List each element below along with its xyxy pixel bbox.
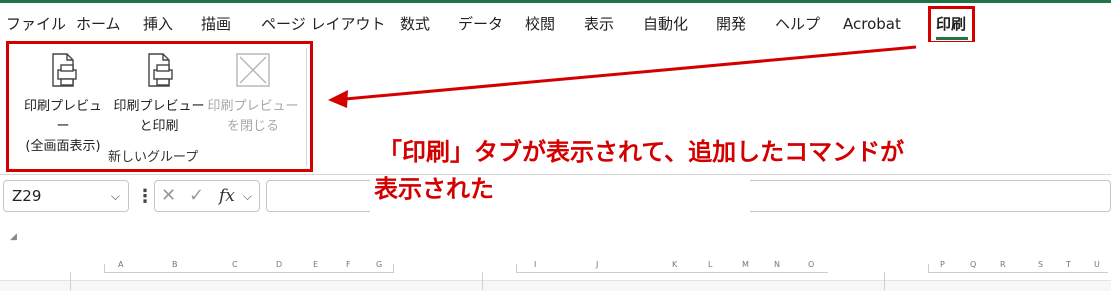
tab-acrobat[interactable]: Acrobat [843, 8, 901, 40]
tab-view[interactable]: 表示 [584, 8, 614, 40]
page-divider [70, 272, 71, 290]
name-box[interactable]: Z29 ⌵ [3, 180, 129, 212]
sheet-area[interactable] [0, 280, 1111, 291]
chevron-down-icon[interactable]: ⌵ [111, 181, 120, 211]
tab-automate[interactable]: 自動化 [643, 8, 688, 40]
annotation-text-line1: 「印刷」タブが表示されて、追加したコマンドが [378, 138, 905, 166]
page-divider [884, 272, 885, 290]
cancel-icon[interactable]: ✕ [161, 181, 176, 211]
column-ruler-page-1: A B C D E F G [104, 258, 394, 273]
tab-formulas[interactable]: 数式 [400, 8, 430, 40]
column-header-a: A [118, 260, 124, 269]
tab-draw[interactable]: 描画 [201, 8, 231, 40]
tab-insert[interactable]: 挿入 [143, 8, 173, 40]
tab-data[interactable]: データ [458, 8, 503, 40]
column-header-n: N [774, 260, 780, 269]
chevron-down-icon[interactable]: ⌵ [243, 181, 252, 211]
highlight-box-print-tab [928, 6, 975, 44]
annotation-text-line2-front: 表示された [374, 175, 494, 203]
insert-function-icon[interactable]: fx [219, 181, 235, 211]
column-header-k: K [672, 260, 678, 269]
column-ruler-page-2: I J K L M N O [516, 258, 828, 273]
more-options-icon[interactable]: ⋮ [136, 186, 154, 207]
column-header-q: Q [970, 260, 977, 269]
column-header-t: T [1066, 260, 1071, 269]
column-header-c: C [232, 260, 238, 269]
column-header-i: I [534, 260, 537, 269]
tab-home[interactable]: ホーム [76, 8, 121, 40]
formula-buttons: ✕ ✓ fx ⌵ [154, 180, 260, 212]
tab-page-layout[interactable]: ページ レイアウト [261, 8, 385, 40]
tab-help[interactable]: ヘルプ [775, 8, 820, 40]
column-header-e: E [313, 260, 319, 269]
tab-review[interactable]: 校閲 [525, 8, 555, 40]
column-header-p: P [940, 260, 945, 269]
column-header-l: L [708, 260, 713, 269]
column-header-m: M [742, 260, 749, 269]
column-header-s: S [1038, 260, 1044, 269]
name-box-value: Z29 [12, 187, 42, 205]
sheet-corner: ◢ [10, 232, 17, 242]
column-header-r: R [1000, 260, 1006, 269]
tab-file[interactable]: ファイル [6, 8, 66, 40]
column-header-d: D [276, 260, 283, 269]
column-header-u: U [1094, 260, 1100, 269]
column-header-o: O [808, 260, 815, 269]
column-ruler-page-3: P Q R S T U [928, 258, 1108, 273]
column-header-j: J [596, 260, 599, 269]
column-header-b: B [172, 260, 178, 269]
page-divider [482, 272, 483, 290]
confirm-icon[interactable]: ✓ [189, 181, 204, 211]
tab-developer[interactable]: 開発 [716, 8, 746, 40]
title-accent-line [0, 0, 1111, 3]
column-header-f: F [346, 260, 351, 269]
column-header-g: G [376, 260, 383, 269]
highlight-box-new-group [6, 41, 313, 172]
